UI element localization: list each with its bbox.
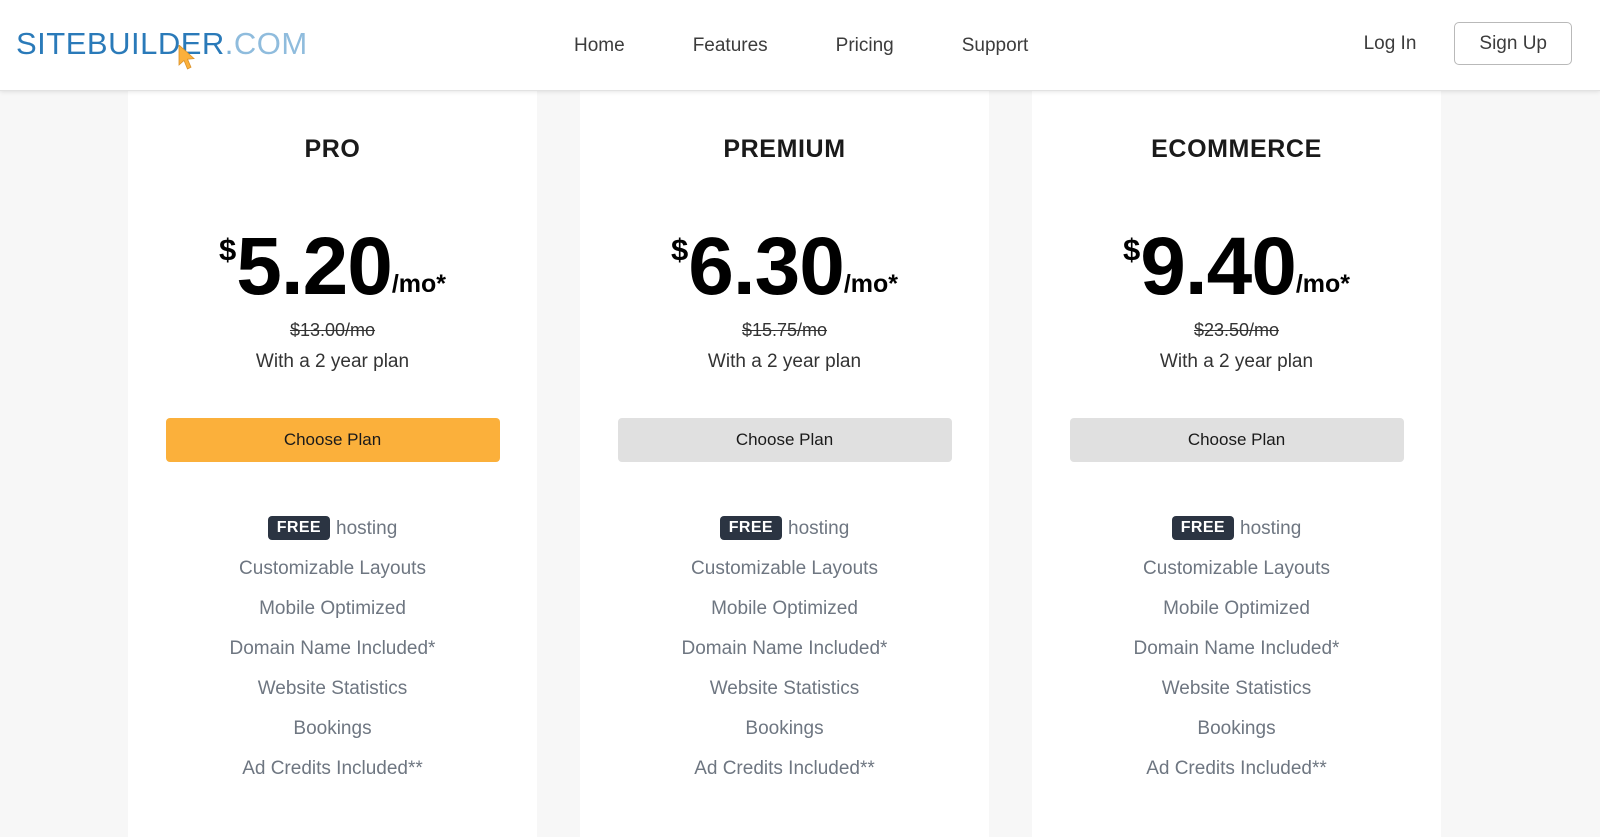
plan-price: $5.20/mo* bbox=[128, 226, 537, 308]
list-item: Customizable Layouts bbox=[691, 558, 878, 579]
list-item: Customizable Layouts bbox=[1143, 558, 1330, 579]
pricing-card-ecommerce: ECOMMERCE $9.40/mo* $23.50/mo With a 2 y… bbox=[1032, 91, 1441, 837]
original-price: $15.75/mo bbox=[741, 320, 828, 340]
plan-price: $9.40/mo* bbox=[1032, 226, 1441, 308]
logo-text-com: COM bbox=[233, 26, 308, 61]
plan-name: ECOMMERCE bbox=[1151, 135, 1322, 163]
choose-plan-button[interactable]: Choose Plan bbox=[617, 418, 952, 462]
list-item: Ad Credits Included** bbox=[242, 758, 423, 779]
plan-name: PREMIUM bbox=[723, 135, 846, 163]
list-item: Website Statistics bbox=[1161, 678, 1312, 699]
choose-plan-button[interactable]: Choose Plan bbox=[165, 418, 500, 462]
list-item-label: hosting bbox=[1240, 518, 1302, 539]
currency-symbol: $ bbox=[670, 232, 689, 267]
sign-up-button[interactable]: Sign Up bbox=[1454, 22, 1572, 65]
list-item: Website Statistics bbox=[709, 678, 860, 699]
pricing-plans-section: PRO $5.20/mo* $13.00/mo With a 2 year pl… bbox=[0, 91, 1600, 837]
logo-text-main: SITEBUILDER bbox=[16, 26, 225, 61]
plan-price: $6.30/mo* bbox=[580, 226, 989, 308]
list-item: Ad Credits Included** bbox=[1146, 758, 1327, 779]
list-item: Customizable Layouts bbox=[239, 558, 426, 579]
price-period: /mo* bbox=[1295, 270, 1351, 298]
price-amount: 5.20 bbox=[236, 221, 393, 312]
list-item: Mobile Optimized bbox=[259, 598, 406, 619]
choose-plan-button[interactable]: Choose Plan bbox=[1069, 418, 1404, 462]
free-badge: FREE bbox=[1171, 516, 1234, 540]
feature-list: FREE hosting Customizable Layouts Mobile … bbox=[1032, 509, 1441, 789]
price-amount: 6.30 bbox=[688, 221, 845, 312]
list-item: Website Statistics bbox=[257, 678, 408, 699]
list-item-label: hosting bbox=[336, 518, 398, 539]
nav-item-support[interactable]: Support bbox=[928, 31, 1063, 61]
plan-name: PRO bbox=[304, 135, 361, 163]
list-item: Domain Name Included* bbox=[229, 638, 436, 659]
plan-term: With a 2 year plan bbox=[1159, 351, 1314, 372]
list-item: Ad Credits Included** bbox=[694, 758, 875, 779]
pricing-card-pro: PRO $5.20/mo* $13.00/mo With a 2 year pl… bbox=[128, 91, 537, 837]
pricing-card-premium: PREMIUM $6.30/mo* $15.75/mo With a 2 yea… bbox=[580, 91, 989, 837]
list-item: Bookings bbox=[745, 718, 824, 739]
price-period: /mo* bbox=[391, 270, 447, 298]
feature-list: FREE hosting Customizable Layouts Mobile … bbox=[128, 509, 537, 789]
currency-symbol: $ bbox=[1122, 232, 1141, 267]
original-price: $23.50/mo bbox=[1193, 320, 1280, 340]
price-amount: 9.40 bbox=[1140, 221, 1297, 312]
list-item: FREE hosting bbox=[128, 509, 537, 549]
main-navigation: Home Features Pricing Support bbox=[540, 31, 1062, 61]
currency-symbol: $ bbox=[218, 232, 237, 267]
list-item: Mobile Optimized bbox=[1163, 598, 1310, 619]
logo-text-dot: . bbox=[224, 26, 234, 61]
free-badge: FREE bbox=[719, 516, 782, 540]
original-price: $13.00/mo bbox=[289, 320, 376, 340]
list-item: Bookings bbox=[293, 718, 372, 739]
list-item: Domain Name Included* bbox=[1133, 638, 1340, 659]
list-item: FREE hosting bbox=[580, 509, 989, 549]
free-badge: FREE bbox=[267, 516, 330, 540]
plan-term: With a 2 year plan bbox=[255, 351, 410, 372]
list-item: Domain Name Included* bbox=[681, 638, 888, 659]
site-logo[interactable]: SITEBUILDER.COM bbox=[16, 26, 308, 62]
price-period: /mo* bbox=[843, 270, 899, 298]
nav-item-home[interactable]: Home bbox=[540, 31, 659, 61]
feature-list: FREE hosting Customizable Layouts Mobile … bbox=[580, 509, 989, 789]
plan-term: With a 2 year plan bbox=[707, 351, 862, 372]
nav-item-pricing[interactable]: Pricing bbox=[802, 31, 928, 61]
list-item: Mobile Optimized bbox=[711, 598, 858, 619]
list-item-label: hosting bbox=[788, 518, 850, 539]
list-item: FREE hosting bbox=[1032, 509, 1441, 549]
site-header: SITEBUILDER.COM Home Features Pricing Su… bbox=[0, 0, 1600, 91]
nav-item-features[interactable]: Features bbox=[659, 31, 802, 61]
log-in-link[interactable]: Log In bbox=[1364, 33, 1417, 55]
list-item: Bookings bbox=[1197, 718, 1276, 739]
auth-actions: Log In Sign Up bbox=[1364, 22, 1572, 65]
